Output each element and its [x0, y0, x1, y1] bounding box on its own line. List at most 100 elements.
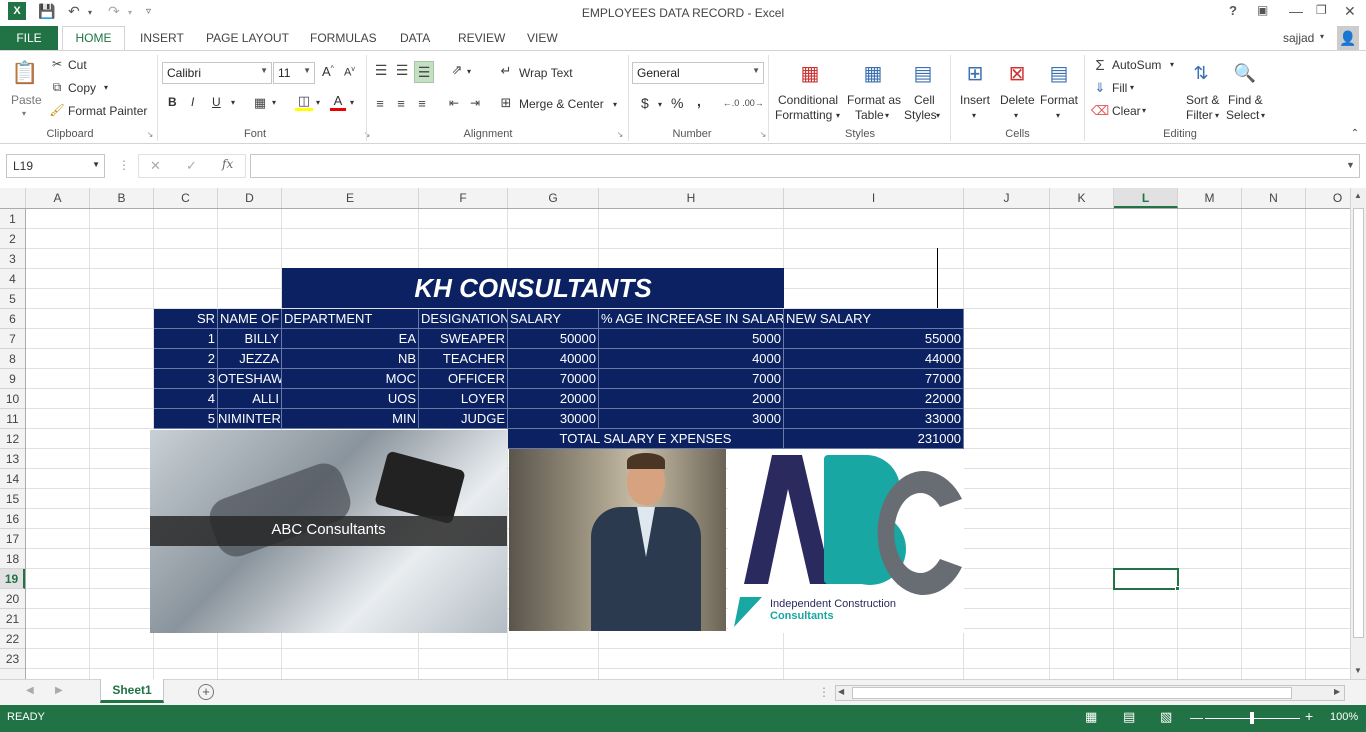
autosum-button[interactable]: AutoSum	[1112, 58, 1161, 72]
column-header-f[interactable]: F	[419, 188, 508, 208]
fill-color-dropdown-icon[interactable]: ▾	[316, 98, 320, 107]
row-header-8[interactable]: 8	[0, 349, 25, 369]
format-as-table-icon[interactable]: ▦	[858, 57, 888, 89]
format-painter-icon[interactable]: 🖌	[49, 103, 64, 117]
increase-decimal-icon[interactable]: ←.0	[722, 95, 740, 111]
scroll-up-icon[interactable]: ▲	[1354, 191, 1362, 200]
middle-align-icon[interactable]: ☰	[393, 61, 411, 79]
column-header-m[interactable]: M	[1178, 188, 1242, 208]
column-header-k[interactable]: K	[1050, 188, 1114, 208]
column-header-c[interactable]: C	[154, 188, 218, 208]
decrease-font-icon[interactable]: Av	[344, 66, 355, 79]
cell-styles-icon[interactable]: ▤	[908, 57, 938, 89]
cancel-icon[interactable]: ✕	[150, 158, 161, 174]
cell-new-salary[interactable]: 33000	[784, 409, 964, 429]
add-sheet-icon[interactable]: +	[198, 684, 214, 700]
zoom-out-icon[interactable]: —	[1190, 710, 1203, 725]
cell-designation[interactable]: TEACHER	[419, 349, 508, 369]
number-launcher-icon[interactable]: ↘	[758, 129, 768, 139]
format-as-table-label-1[interactable]: Format as	[847, 93, 901, 107]
cell-new-salary[interactable]: 77000	[784, 369, 964, 389]
column-header-e[interactable]: E	[282, 188, 419, 208]
delete-dropdown-icon[interactable]: ▾	[1014, 111, 1018, 120]
handshake-image[interactable]: ABC Consultants	[150, 430, 507, 633]
format-painter-button[interactable]: Format Painter	[68, 104, 147, 118]
font-color-icon[interactable]: A	[330, 93, 346, 111]
row-header-5[interactable]: 5	[0, 289, 25, 309]
cut-icon[interactable]: ✂	[50, 57, 64, 71]
row-header-23[interactable]: 23	[0, 649, 25, 669]
increase-font-icon[interactable]: A^	[322, 64, 334, 79]
cell-increase[interactable]: 4000	[599, 349, 784, 369]
name-box[interactable]: L19 ▼	[6, 154, 105, 178]
decrease-indent-icon[interactable]: ⇤	[446, 95, 462, 111]
cell-name[interactable]: NIMINTER	[218, 409, 282, 429]
insert-cells-button[interactable]: Insert	[960, 93, 990, 107]
tab-insert[interactable]: INSERT	[140, 31, 184, 45]
cell-designation[interactable]: SWEAPER	[419, 329, 508, 349]
tab-home[interactable]: HOME	[62, 26, 125, 51]
font-size-combo[interactable]: 11 ▼	[273, 62, 315, 84]
cell-name[interactable]: OTESHAW	[218, 369, 282, 389]
borders-icon[interactable]: ▦	[252, 95, 268, 111]
fill-icon[interactable]: ⇓	[1092, 80, 1108, 96]
orientation-icon[interactable]: ⇗	[448, 61, 466, 79]
cell-dept[interactable]: MIN	[282, 409, 419, 429]
row-header-15[interactable]: 15	[0, 489, 25, 509]
row-header-20[interactable]: 20	[0, 589, 25, 609]
autosum-icon[interactable]: Σ	[1092, 57, 1108, 74]
cell-sr[interactable]: 3	[154, 369, 218, 389]
cut-button[interactable]: Cut	[68, 58, 87, 72]
cell-designation[interactable]: JUDGE	[419, 409, 508, 429]
align-right-icon[interactable]: ≡	[414, 95, 430, 111]
conditional-formatting-icon[interactable]: ▦	[795, 57, 825, 89]
scroll-right-icon[interactable]: ▶	[1334, 687, 1340, 696]
conditional-formatting-label-2[interactable]: Formatting	[775, 108, 832, 122]
clipboard-launcher-icon[interactable]: ↘	[145, 129, 155, 139]
businessman-image[interactable]	[509, 449, 726, 631]
sort-filter-icon[interactable]: ⇅	[1186, 57, 1216, 89]
select-all-corner[interactable]	[0, 188, 26, 208]
sheet-tab-sheet1[interactable]: Sheet1	[100, 679, 164, 703]
cell-new-salary[interactable]: 22000	[784, 389, 964, 409]
column-header-j[interactable]: J	[964, 188, 1050, 208]
clear-dropdown-icon[interactable]: ▾	[1142, 106, 1146, 115]
bold-button[interactable]: B	[168, 95, 177, 109]
cell-sr[interactable]: 4	[154, 389, 218, 409]
format-table-dropdown-icon[interactable]: ▾	[885, 111, 889, 120]
zoom-slider-thumb[interactable]	[1250, 712, 1254, 724]
underline-button[interactable]: U	[212, 95, 221, 109]
restore-button[interactable]: ❐	[1316, 3, 1327, 17]
page-break-view-icon[interactable]: ▧	[1160, 709, 1172, 725]
cell-salary[interactable]: 70000	[508, 369, 599, 389]
cell-dept[interactable]: NB	[282, 349, 419, 369]
clear-icon[interactable]: ⌫	[1091, 103, 1109, 119]
clear-button[interactable]: Clear	[1112, 104, 1141, 118]
comma-button[interactable]: ,	[697, 93, 701, 109]
row-header-21[interactable]: 21	[0, 609, 25, 629]
currency-dropdown-icon[interactable]: ▾	[658, 100, 662, 109]
cell-designation[interactable]: OFFICER	[419, 369, 508, 389]
conditional-dropdown-icon[interactable]: ▾	[836, 111, 840, 120]
sort-dropdown-icon[interactable]: ▾	[1215, 111, 1219, 120]
horizontal-scrollbar[interactable]: ◀ ▶	[835, 685, 1345, 701]
row-header-3[interactable]: 3	[0, 249, 25, 269]
cell-salary[interactable]: 50000	[508, 329, 599, 349]
number-format-combo[interactable]: General ▼	[632, 62, 764, 84]
tab-view[interactable]: VIEW	[527, 31, 558, 45]
column-header-a[interactable]: A	[26, 188, 90, 208]
wrap-text-button[interactable]: Wrap Text	[519, 66, 573, 80]
vertical-scrollbar[interactable]: ▲ ▼	[1350, 188, 1366, 679]
paste-dropdown-icon[interactable]: ▾	[22, 109, 26, 118]
copy-icon[interactable]: ⧉	[50, 80, 64, 94]
row-header-16[interactable]: 16	[0, 509, 25, 529]
tab-data[interactable]: DATA	[400, 31, 430, 45]
autosum-dropdown-icon[interactable]: ▾	[1170, 60, 1174, 69]
delete-cells-button[interactable]: Delete	[1000, 93, 1035, 107]
row-header-2[interactable]: 2	[0, 229, 25, 249]
cell-styles-label-2[interactable]: Styles	[904, 108, 937, 122]
bottom-align-icon[interactable]: ☰	[414, 61, 434, 83]
merge-center-button[interactable]: Merge & Center	[519, 97, 604, 111]
expand-formula-icon[interactable]: ▼	[1346, 160, 1355, 170]
cell-name[interactable]: BILLY	[218, 329, 282, 349]
